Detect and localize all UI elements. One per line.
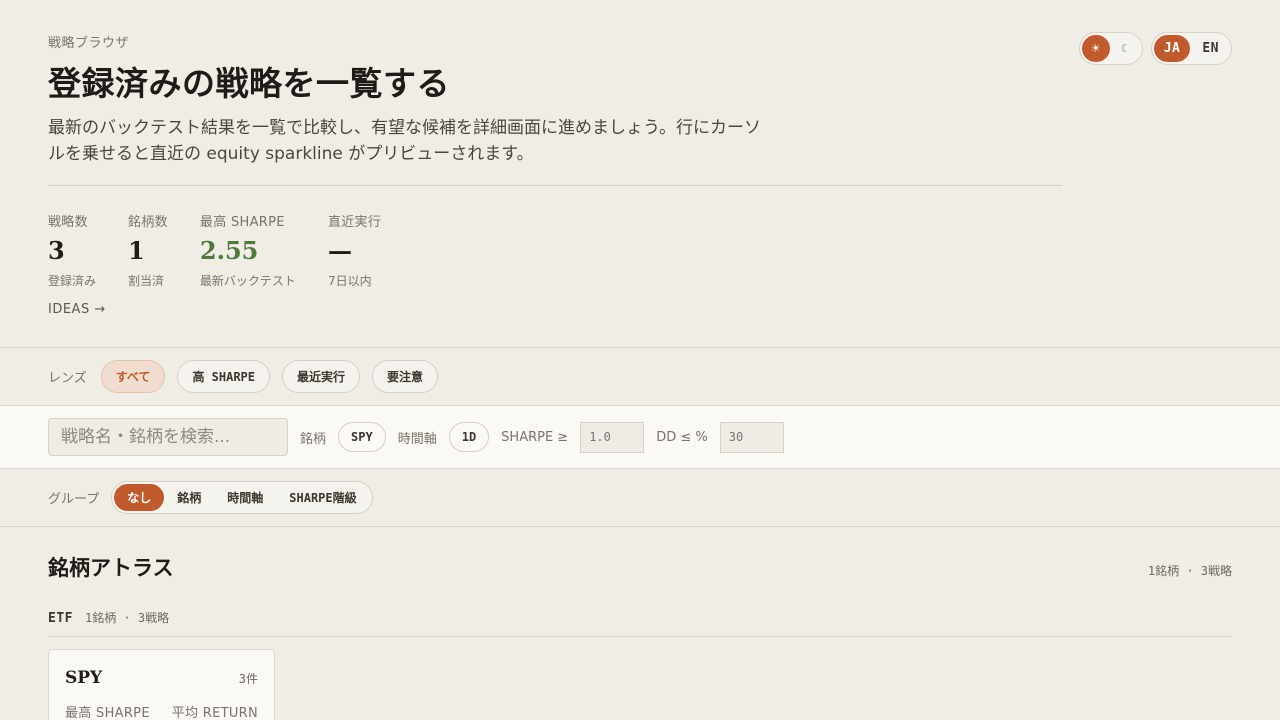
header-toggles: ☀ ☾ JA EN	[1078, 32, 1232, 65]
stat-value: 1	[128, 236, 145, 265]
stat-symbols: 銘柄数 1 割当済	[128, 211, 168, 289]
lens-bar: レンズ すべて 高 SHARPE 最近実行 要注意	[0, 347, 1280, 405]
group-option-sharpe-tier[interactable]: SHARPE階級	[276, 484, 369, 511]
group-option-timeframe[interactable]: 時間軸	[214, 484, 276, 511]
lang-ja-button[interactable]: JA	[1153, 35, 1191, 62]
timeframe-filter-chip[interactable]: 1D	[448, 422, 490, 452]
stat-strategies: 戦略数 3 登録済み	[48, 211, 96, 289]
stat-best-sharpe: 最高 SHARPE 2.55 最新バックテスト	[200, 211, 296, 289]
stat-sub: 7日以内	[327, 274, 372, 288]
stat-sub: 登録済み	[48, 274, 97, 288]
theme-toggle: ☀ ☾	[1078, 32, 1143, 65]
symbol-filter-chip[interactable]: SPY	[338, 422, 386, 452]
language-toggle: JA EN	[1150, 32, 1232, 65]
group-bar: グループ なし 銘柄 時間軸 SHARPE階級	[0, 469, 1280, 527]
lens-label: レンズ	[48, 371, 87, 386]
symbol-card-spy[interactable]: SPY 3件 最高 SHARPE 平均 RETURN	[48, 649, 275, 720]
ideas-link[interactable]: IDEAS →	[48, 302, 106, 317]
etf-divider	[48, 636, 1232, 637]
lang-en-button[interactable]: EN	[1192, 35, 1229, 62]
group-option-none[interactable]: なし	[114, 484, 165, 511]
atlas-meta: 1銘柄 · 3戦略	[1147, 564, 1232, 578]
sharpe-min-input[interactable]	[580, 421, 645, 453]
header-divider	[48, 185, 1062, 186]
stat-value: 3	[48, 236, 65, 265]
page-header: 戦略ブラウザ 登録済みの戦略を一覧する 最新のバックテスト結果を一覧で比較し、有…	[48, 32, 1068, 167]
timeframe-filter-label: 時間軸	[397, 431, 437, 447]
stat-value: 2.55	[199, 236, 259, 265]
etf-label: ETF	[48, 611, 73, 626]
atlas-title: 銘柄アトラス	[48, 555, 174, 580]
stat-value: —	[327, 236, 352, 265]
page-title: 登録済みの戦略を一覧する	[48, 64, 450, 103]
card-symbol: SPY	[65, 668, 103, 688]
page-eyebrow: 戦略ブラウザ	[48, 36, 130, 51]
page-lead: 最新のバックテスト結果を一覧で比較し、有望な候補を詳細画面に進めましょう。行にカ…	[48, 118, 761, 164]
card-count: 3件	[238, 672, 258, 686]
card-header: SPY 3件	[65, 668, 258, 688]
group-label: グループ	[48, 492, 100, 507]
dd-filter-label: DD ≤ %	[656, 429, 708, 445]
group-option-symbol[interactable]: 銘柄	[164, 484, 214, 511]
stat-label: 直近実行	[327, 215, 382, 230]
search-input[interactable]	[48, 418, 288, 456]
card-columns: 最高 SHARPE 平均 RETURN	[65, 702, 258, 720]
group-segmented-control: なし 銘柄 時間軸 SHARPE階級	[111, 481, 373, 514]
lens-chip-recent[interactable]: 最近実行	[282, 360, 361, 393]
card-col-best-sharpe: 最高 SHARPE	[65, 706, 150, 720]
stat-sub: 割当済	[128, 274, 165, 288]
stat-sub: 最新バックテスト	[199, 274, 296, 288]
stat-label: 銘柄数	[128, 215, 168, 230]
symbol-filter-label: 銘柄	[300, 431, 327, 447]
stat-label: 最高 SHARPE	[199, 215, 285, 230]
sun-icon[interactable]: ☀	[1081, 35, 1110, 62]
moon-icon[interactable]: ☾	[1112, 35, 1140, 62]
filter-bar: 銘柄 SPY 時間軸 1D SHARPE ≥ DD ≤ %	[0, 405, 1280, 469]
etf-meta: 1銘柄 · 3戦略	[84, 611, 170, 625]
sharpe-filter-label: SHARPE ≥	[501, 429, 569, 445]
card-col-avg-return: 平均 RETURN	[171, 706, 258, 720]
dd-max-input[interactable]	[719, 421, 784, 453]
lens-chip-high-sharpe[interactable]: 高 SHARPE	[177, 360, 271, 393]
lens-chip-attention[interactable]: 要注意	[372, 360, 439, 393]
stats-row: 戦略数 3 登録済み 銘柄数 1 割当済 最高 SHARPE 2.55 最新バッ…	[48, 211, 381, 289]
stat-label: 戦略数	[48, 215, 88, 230]
etf-group-header: ETF 1銘柄 · 3戦略	[48, 609, 169, 626]
lens-chip-all[interactable]: すべて	[100, 360, 166, 393]
stat-recent-run: 直近実行 — 7日以内	[328, 211, 381, 289]
